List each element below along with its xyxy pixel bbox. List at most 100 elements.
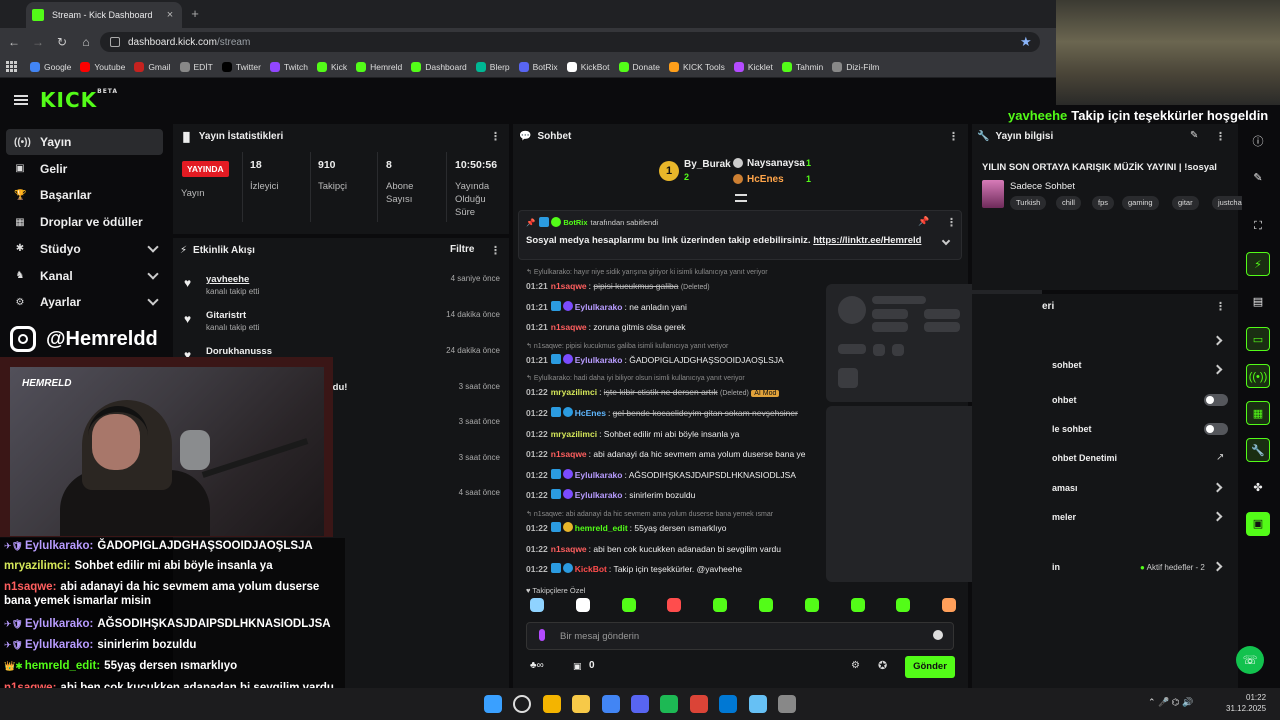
spotify-icon[interactable] bbox=[660, 695, 679, 713]
chat-username[interactable]: KickBot bbox=[575, 564, 607, 574]
bookmark-item[interactable]: BotRix bbox=[518, 61, 558, 72]
forward-icon[interactable]: → bbox=[30, 34, 46, 50]
chat-username[interactable]: Eylulkarako bbox=[575, 470, 623, 480]
bookmark-item[interactable]: EDİT bbox=[179, 61, 213, 72]
bookmark-item[interactable]: KICK Tools bbox=[668, 61, 725, 72]
tag-chip[interactable]: gaming bbox=[1122, 196, 1159, 210]
new-tab-icon[interactable]: + bbox=[188, 6, 202, 21]
chrome-icon[interactable] bbox=[542, 695, 561, 713]
community-icon[interactable]: ✤ bbox=[1246, 476, 1270, 500]
leader-name[interactable]: By_Burak bbox=[684, 159, 731, 170]
emoji-icon[interactable] bbox=[933, 630, 943, 640]
fullscreen-icon[interactable]: ⛶ bbox=[1246, 214, 1270, 238]
chrome-profile-icon[interactable] bbox=[601, 695, 620, 713]
activity-more-icon[interactable]: ⋮ bbox=[490, 244, 501, 257]
chat-icon[interactable]: ▭ bbox=[1246, 327, 1270, 351]
emote-icon[interactable] bbox=[713, 598, 728, 612]
bookmark-star-icon[interactable]: ★ bbox=[1020, 34, 1032, 50]
filter-button[interactable]: Filtre bbox=[450, 244, 474, 255]
tag-chip[interactable]: gitar bbox=[1172, 196, 1199, 210]
bookmark-item[interactable]: Dashboard bbox=[411, 61, 467, 72]
storage-icon[interactable]: ▦ bbox=[1246, 401, 1270, 425]
tools-icon[interactable]: 🔧 bbox=[1246, 438, 1270, 462]
reload-icon[interactable]: ↻ bbox=[54, 34, 70, 50]
bookmark-item[interactable]: Gmail bbox=[134, 61, 171, 72]
close-tab-icon[interactable]: × bbox=[164, 9, 176, 21]
address-bar[interactable]: dashboard.kick.com/stream bbox=[100, 32, 1040, 52]
bookmark-item[interactable]: Kick bbox=[317, 61, 347, 72]
bookmark-item[interactable]: Google bbox=[30, 61, 71, 72]
sidebar-item-droplar[interactable]: ▦ Droplar ve ödüller bbox=[6, 209, 163, 235]
steam-icon[interactable] bbox=[748, 695, 767, 713]
emote-icon[interactable] bbox=[530, 598, 544, 612]
toggle-switch[interactable] bbox=[1204, 394, 1228, 406]
tag-chip[interactable]: Turkish bbox=[1010, 196, 1047, 210]
bookmark-item[interactable]: Twitter bbox=[221, 61, 261, 72]
activity-user[interactable]: Dorukhanusss bbox=[206, 346, 272, 357]
sidebar-item-gelir[interactable]: ▣ Gelir bbox=[6, 156, 163, 182]
kick-points-icon[interactable]: ♣∞ bbox=[530, 660, 544, 671]
emote-icon[interactable] bbox=[759, 598, 773, 612]
sidebar-item-yayin[interactable]: ((•)) Yayın bbox=[6, 129, 163, 155]
collapse-leaderboard-icon[interactable] bbox=[735, 194, 747, 202]
sidebar-item-kanal[interactable]: ♞ Kanal bbox=[6, 263, 163, 289]
sidebar-item-ayarlar[interactable]: ⚙ Ayarlar bbox=[6, 289, 163, 315]
bookmark-item[interactable]: Tahmin bbox=[781, 61, 823, 72]
chat-settings-icon[interactable]: ⚙ bbox=[851, 660, 860, 671]
chat-username[interactable]: n1saqwe bbox=[551, 281, 587, 291]
chat-username[interactable]: n1saqwe bbox=[551, 449, 587, 459]
obs-icon[interactable] bbox=[778, 695, 796, 713]
chat-username[interactable]: n1saqwe bbox=[551, 322, 587, 332]
sidebar-item-studyo[interactable]: ✱ Stüdyo bbox=[6, 236, 163, 262]
chrome-alt-icon[interactable] bbox=[689, 695, 708, 713]
emote-icon[interactable] bbox=[896, 598, 911, 612]
tag-chip[interactable]: fps bbox=[1092, 196, 1115, 210]
activity-user[interactable]: Gitaristrt bbox=[206, 310, 246, 321]
tray-icons[interactable]: ⌃ 🎤 ⌬ 🔊 bbox=[1148, 697, 1193, 708]
bookmark-item[interactable]: Youtube bbox=[80, 61, 125, 72]
bookmark-item[interactable]: Blerp bbox=[475, 61, 510, 72]
send-button[interactable]: Gönder bbox=[905, 656, 955, 678]
system-clock[interactable]: 01:22 31.12.2025 bbox=[1226, 692, 1266, 714]
chat-username[interactable]: mryazilimci bbox=[551, 387, 597, 397]
sidebar-item-basarilar[interactable]: 🏆 Başarılar bbox=[6, 182, 163, 208]
file-explorer-icon[interactable] bbox=[572, 695, 591, 713]
tag-chip[interactable]: chill bbox=[1056, 196, 1081, 210]
chat-more-icon[interactable]: ⋮ bbox=[948, 130, 959, 143]
chat-username[interactable]: Eylulkarako bbox=[575, 355, 623, 365]
menu-icon[interactable] bbox=[14, 95, 28, 105]
bookmark-item[interactable]: Donate bbox=[618, 61, 660, 72]
info-more-icon[interactable]: ⋮ bbox=[1215, 130, 1226, 143]
live-signal-icon[interactable]: ((•)) bbox=[1246, 364, 1270, 388]
chat-username[interactable]: n1saqwe bbox=[551, 544, 587, 554]
kick-logo[interactable]: KICKBETA bbox=[40, 88, 118, 112]
emote-icon[interactable] bbox=[575, 598, 590, 612]
chat-username[interactable]: mryazilimci bbox=[551, 429, 597, 439]
emote-icon[interactable] bbox=[667, 598, 682, 612]
stats-more-icon[interactable]: ⋮ bbox=[490, 130, 501, 143]
bookmark-item[interactable]: Dizi-Film bbox=[832, 61, 879, 72]
activity-user[interactable]: yavheehe bbox=[206, 274, 249, 285]
emote-icon[interactable] bbox=[850, 598, 865, 612]
emote-icon[interactable] bbox=[804, 598, 819, 612]
bookmark-item[interactable]: Kicklet bbox=[733, 61, 773, 72]
discord-icon[interactable] bbox=[631, 695, 649, 713]
home-icon[interactable]: ⌂ bbox=[78, 34, 94, 50]
leader-name[interactable]: HcEnes bbox=[747, 174, 784, 185]
edit-pencil-icon[interactable]: ✎ bbox=[1190, 130, 1198, 141]
pinned-more-icon[interactable]: ⋮ bbox=[946, 216, 957, 229]
unpin-icon[interactable]: 📌 bbox=[918, 216, 929, 227]
vscode-icon[interactable] bbox=[719, 695, 738, 713]
bookmark-item[interactable]: Twitch bbox=[269, 61, 308, 72]
chat-username[interactable]: Eylulkarako bbox=[575, 302, 623, 312]
bookmark-item[interactable]: KickBot bbox=[566, 61, 610, 72]
info-icon[interactable]: ⓘ bbox=[1246, 130, 1270, 154]
site-info-icon[interactable] bbox=[110, 37, 120, 47]
emote-icon[interactable] bbox=[942, 598, 957, 612]
category-thumbnail[interactable] bbox=[982, 180, 1004, 208]
chat-input[interactable]: Bir mesaj gönderin bbox=[526, 622, 954, 650]
browser-tab[interactable]: Stream - Kick Dashboard × bbox=[26, 2, 182, 28]
external-link-icon[interactable]: ↗ bbox=[1216, 452, 1224, 463]
bookmark-item[interactable]: Hemreld bbox=[356, 61, 402, 72]
clipboard-icon[interactable]: ▤ bbox=[1246, 290, 1270, 314]
